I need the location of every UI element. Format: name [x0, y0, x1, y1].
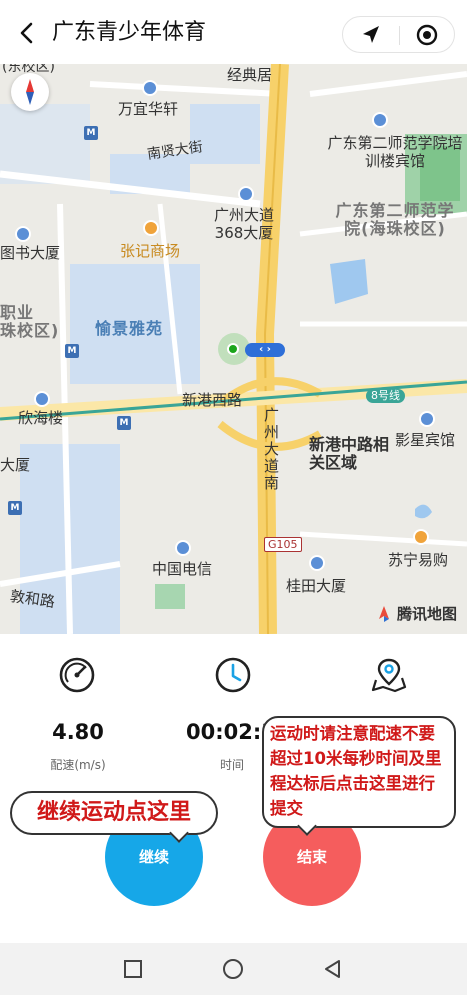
map-label: 广州大道南	[264, 406, 280, 492]
poi-marker	[15, 226, 31, 242]
back-icon[interactable]	[14, 18, 40, 48]
capsule-divider	[399, 26, 400, 45]
map-label: 影星宾馆	[395, 431, 456, 449]
poi-marker	[34, 391, 50, 407]
metro-station-icon: M	[117, 416, 131, 430]
map-label: 中国电信	[152, 560, 213, 578]
map-label: 珠校区)	[0, 321, 60, 340]
map-label: (东校区)	[2, 64, 55, 75]
submit-hint-bubble: 运动时请注意配速不要超过10米每秒时间及里程达标后点击这里进行提交	[262, 716, 456, 828]
pace-value: 4.80	[52, 720, 104, 744]
map-label: 新港中路相关区域	[309, 435, 390, 472]
tencent-map-logo-icon	[378, 605, 389, 622]
telecom-marker	[175, 540, 191, 556]
continue-hint-text: 继续运动点这里	[36, 800, 191, 825]
poi-marker	[419, 411, 435, 427]
compass-button[interactable]	[11, 73, 49, 111]
app-header: 广东青少年体育	[0, 0, 467, 64]
map-label: 新港西路	[182, 391, 243, 409]
poi-marker	[238, 186, 254, 202]
continue-hint-bubble: 继续运动点这里	[10, 791, 218, 835]
metro-station-icon: M	[84, 126, 98, 140]
submit-hint-text: 运动时请注意配速不要超过10米每秒时间及里程达标后点击这里进行提交	[270, 724, 442, 818]
map-label: 欣海楼	[18, 409, 64, 427]
system-nav-bar	[0, 943, 467, 995]
recent-apps-icon[interactable]	[121, 957, 145, 981]
map-label: 广东第二师范学院(海珠校区)	[335, 201, 455, 238]
map-label: 桂田大厦	[286, 577, 347, 595]
poi-marker	[143, 220, 159, 236]
compass-icon	[26, 79, 34, 105]
poi-marker	[413, 529, 429, 545]
mini-program-capsule	[342, 16, 455, 53]
poi-marker	[372, 112, 388, 128]
map-label: 苏宁易购	[388, 551, 449, 569]
speedometer-icon	[59, 657, 95, 693]
map-view[interactable]: M M M M (东校区) 经典居 万宜华轩 南贤大街 广东第二师范学院培训楼宾…	[0, 64, 467, 634]
map-label: 经典居	[227, 66, 273, 84]
metro-station-icon: M	[65, 344, 79, 358]
back-triangle-icon[interactable]	[321, 957, 345, 981]
poi-marker	[142, 80, 158, 96]
record-target-icon[interactable]	[413, 22, 441, 48]
highway-badge: G105	[264, 537, 302, 552]
time-label: 时间	[219, 758, 244, 772]
map-watermark: 腾讯地图	[375, 603, 457, 624]
current-location-dot	[227, 343, 239, 355]
navigation-arrow-icon[interactable]	[357, 22, 385, 48]
map-label: 张记商场	[120, 242, 181, 260]
poi-marker	[309, 555, 325, 571]
map-label: 职业	[0, 303, 35, 322]
pace-label: 配速(m/s)	[50, 758, 106, 772]
map-label: 愉景雅苑	[95, 319, 164, 338]
home-icon[interactable]	[221, 957, 245, 981]
watermark-text: 腾讯地图	[396, 605, 457, 623]
map-label: 大厦	[0, 456, 31, 474]
map-label: 万宜华轩	[118, 100, 179, 118]
clock-icon	[215, 657, 251, 693]
map-pin-icon	[371, 658, 407, 693]
metro-line-badge: 8号线	[366, 389, 405, 403]
map-label: 广东第二师范学院培训楼宾馆	[327, 134, 463, 170]
map-label: 广州大道368大厦	[213, 206, 274, 242]
page-title: 广东青少年体育	[52, 20, 207, 45]
route-direction-marker: ‹ ›	[245, 343, 285, 357]
map-label: 图书大厦	[0, 244, 61, 262]
metro-station-icon: M	[8, 501, 22, 515]
